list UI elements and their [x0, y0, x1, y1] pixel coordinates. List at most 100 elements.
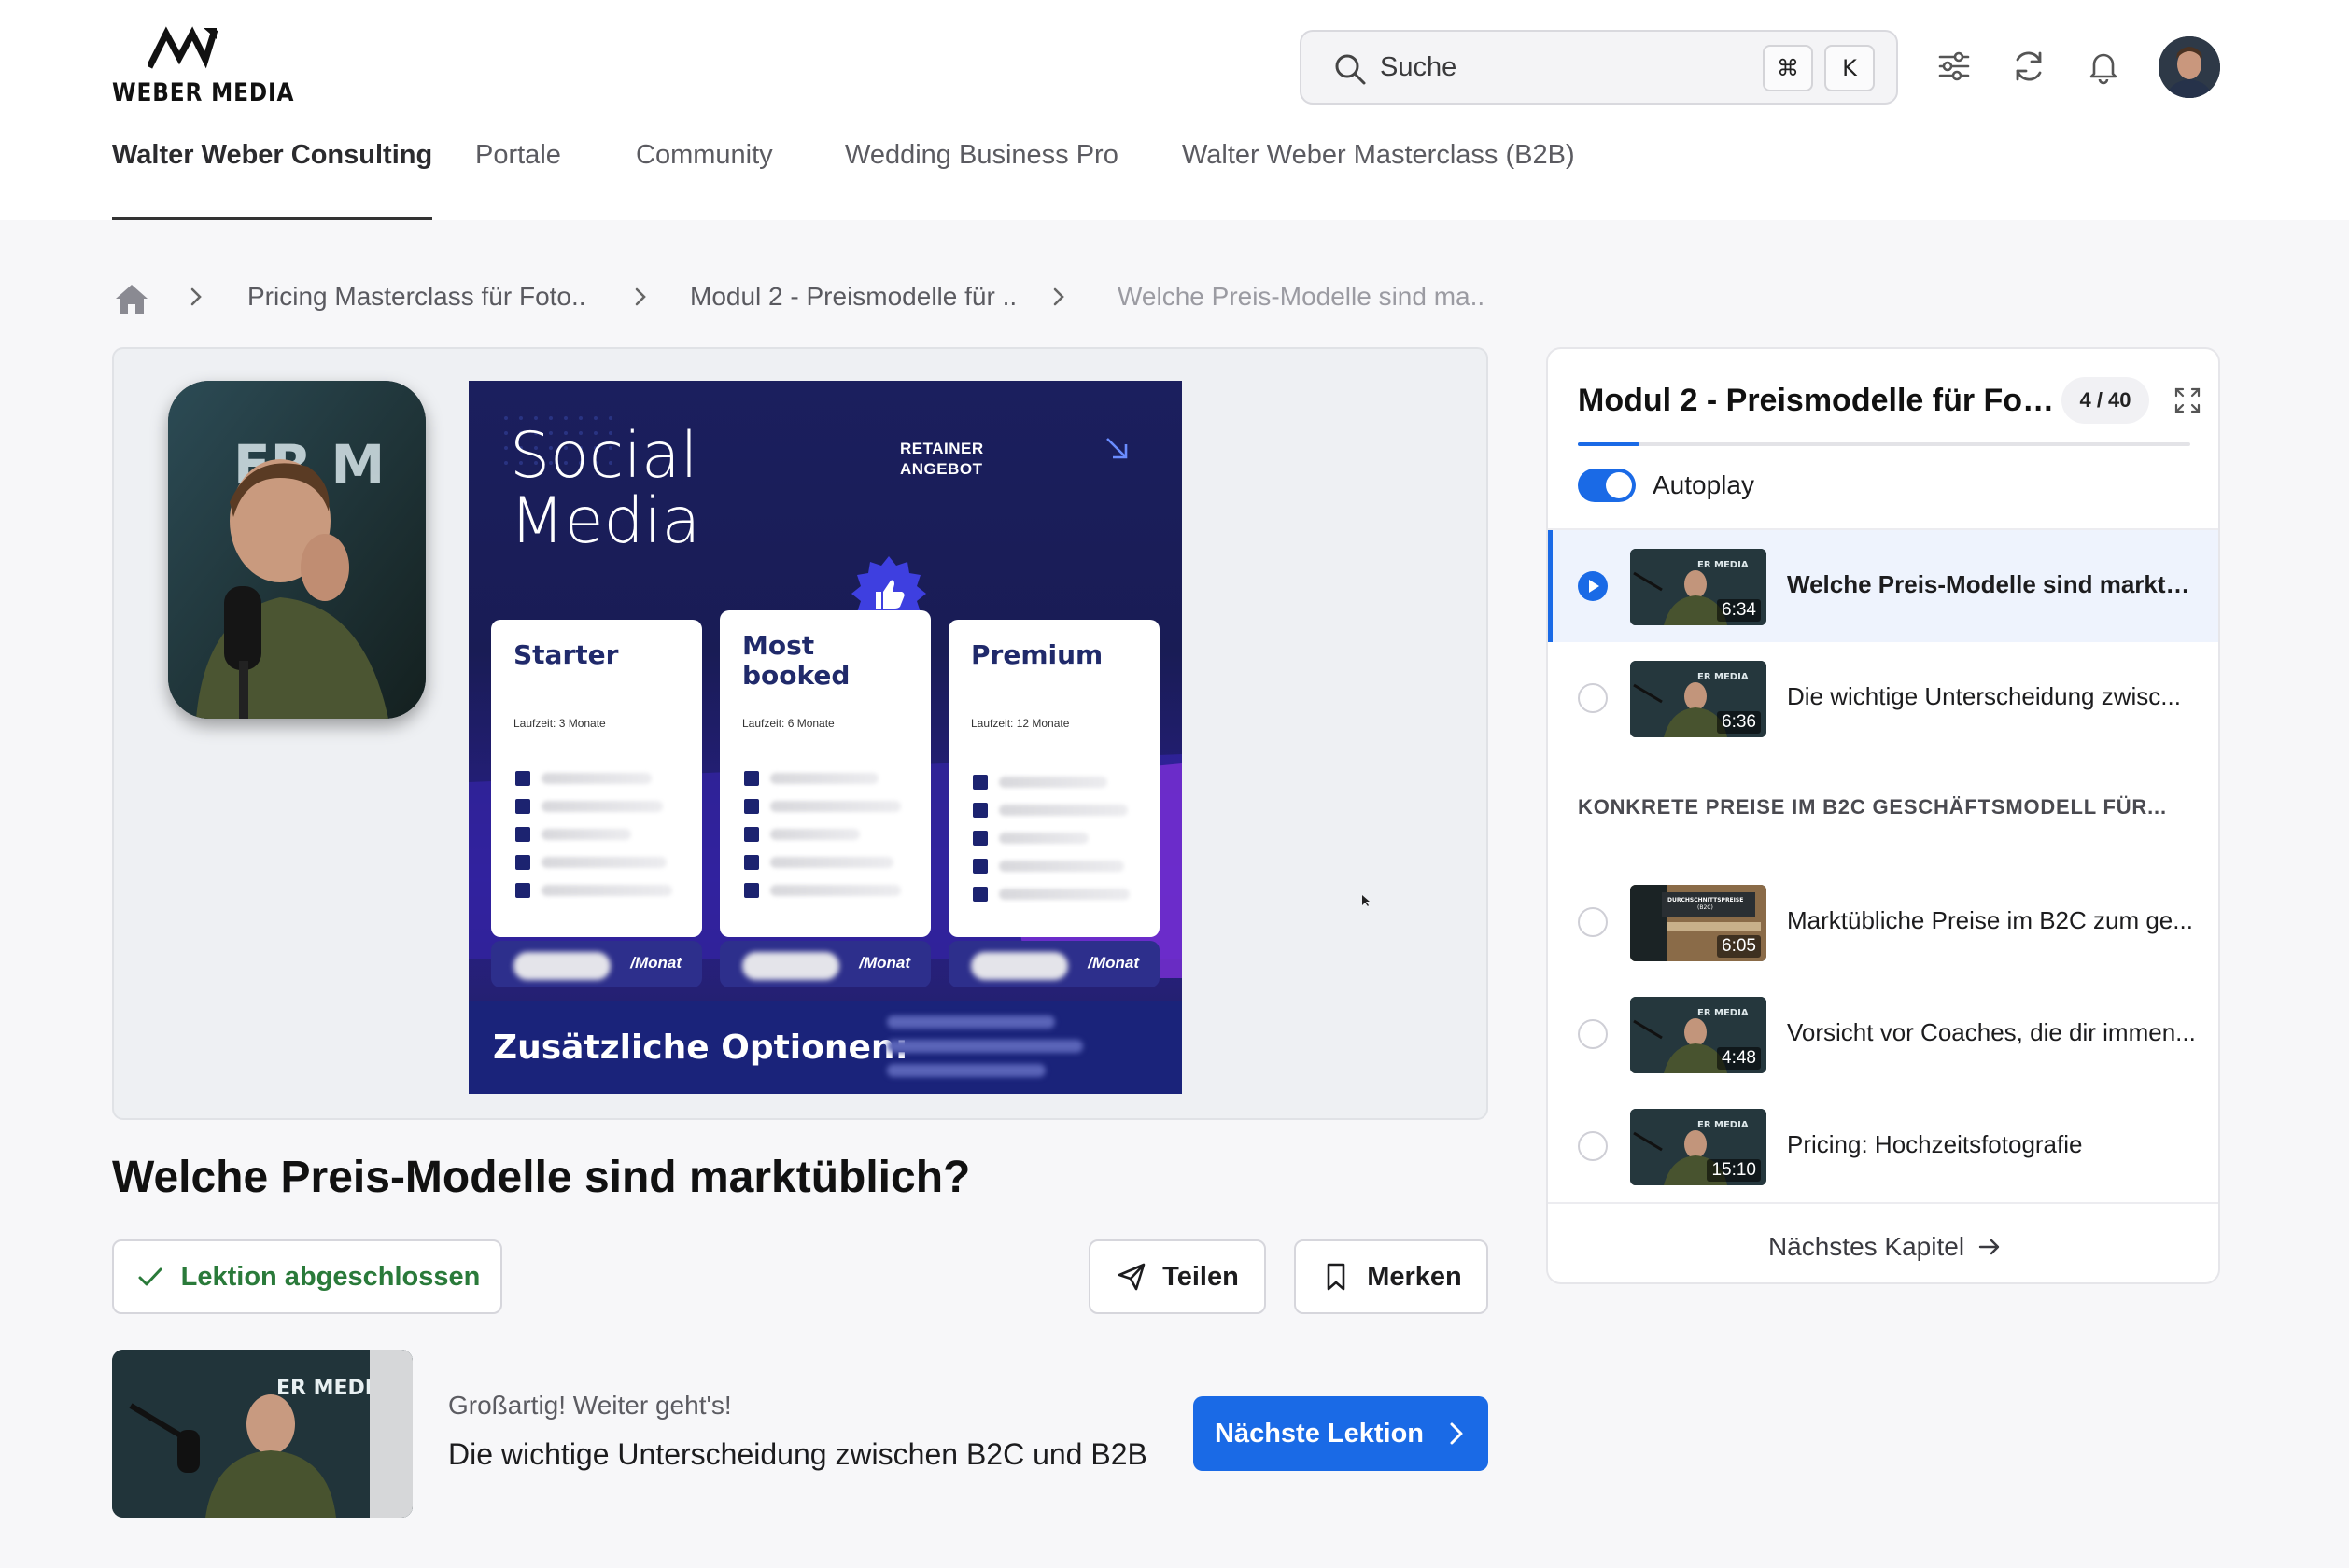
slide-kicker-line-2: ANGEBOT: [900, 460, 983, 478]
card-feature-row: [744, 799, 908, 816]
home-icon[interactable]: [112, 280, 151, 317]
share-button[interactable]: Teilen: [1089, 1239, 1266, 1314]
breadcrumb-module[interactable]: Modul 2 - Preismodelle für ..: [690, 282, 1017, 312]
lesson-completed-button[interactable]: Lektion abgeschlossen: [112, 1239, 502, 1314]
next-lesson-kicker: Großartig! Weiter geht's!: [448, 1391, 732, 1420]
price-unit: /Monat: [1088, 954, 1139, 972]
card-feature-row: [744, 855, 908, 872]
lesson-title: Vorsicht vor Coaches, die dir immen...: [1787, 1018, 2196, 1046]
shortcut-cmd-key: ⌘: [1763, 45, 1813, 91]
slide-kicker: RETAINER ANGEBOT: [900, 439, 984, 480]
presenter-webcam: ER M: [168, 381, 426, 719]
lesson-title: Die wichtige Unterscheidung zwisc...: [1787, 682, 2181, 710]
arrow-down-right-icon: [1106, 438, 1128, 459]
tab-walter-weber-consulting[interactable]: Walter Weber Consulting: [112, 140, 433, 220]
card-term: Laufzeit: 3 Monate: [513, 717, 606, 730]
shortcut-k-key: K: [1824, 45, 1875, 91]
expand-icon[interactable]: [2173, 386, 2201, 414]
card-feature-row: [515, 883, 680, 900]
next-lesson-thumbnail-image-icon: ER MEDIA: [112, 1350, 413, 1518]
lesson-status-radio[interactable]: [1578, 683, 1608, 713]
lesson-duration: 6:36: [1717, 711, 1761, 734]
chevron-right-icon: [635, 287, 646, 306]
card-name-line-1: Most: [742, 630, 815, 661]
tab-community[interactable]: Community: [636, 140, 773, 220]
card-term: Laufzeit: 6 Monate: [742, 717, 835, 730]
svg-text:ER MEDIA: ER MEDIA: [1697, 1008, 1749, 1018]
lesson-thumbnail: ER MEDIA 6:34: [1630, 549, 1766, 625]
tab-wedding-business-pro[interactable]: Wedding Business Pro: [845, 140, 1118, 220]
user-avatar[interactable]: [2159, 36, 2220, 98]
lesson-list-item[interactable]: ER MEDIA 6:34 Welche Preis-Modelle sind …: [1548, 530, 2218, 642]
lesson-duration: 6:34: [1717, 599, 1761, 622]
card-feature-row: [515, 855, 680, 872]
price-unit: /Monat: [630, 954, 682, 972]
pricing-card-starter: Starter Laufzeit: 3 Monate: [491, 620, 702, 937]
mouse-cursor-icon: [1362, 895, 1370, 906]
price-pill: /Monat: [949, 941, 1160, 987]
search-box[interactable]: ⌘ K: [1300, 30, 1898, 105]
lesson-progress-count: 4 / 40: [2061, 377, 2149, 424]
price-unit: /Monat: [859, 954, 910, 972]
card-feature-row: [744, 771, 908, 788]
lesson-status-radio[interactable]: [1578, 907, 1608, 937]
module-sidebar: Modul 2 - Preismodelle für Foto- ... 4 /…: [1546, 347, 2220, 1284]
card-feature-row: [973, 887, 1137, 903]
module-progress-bar: [1578, 442, 2190, 446]
lesson-status-radio[interactable]: [1578, 1019, 1608, 1049]
lesson-title: Pricing: Hochzeitsfotografie: [1787, 1130, 2083, 1158]
slide-title-line-2: Media: [510, 484, 701, 558]
svg-text:ER MEDIA: ER MEDIA: [1697, 1120, 1749, 1130]
refresh-icon[interactable]: [2009, 47, 2048, 86]
card-feature-row: [973, 859, 1137, 875]
top-header: WEBER MEDIA ⌘ K Wa: [0, 0, 2349, 220]
presenter-portrait-icon: ER M: [168, 381, 426, 719]
autoplay-toggle[interactable]: [1578, 469, 1636, 502]
arrow-right-icon: [1978, 1239, 2000, 1255]
autoplay-label: Autoplay: [1653, 470, 1754, 499]
next-chapter-button[interactable]: Nächstes Kapitel: [1548, 1210, 2218, 1282]
next-lesson-button[interactable]: Nächste Lektion: [1193, 1396, 1488, 1471]
video-player[interactable]: ER M Social Media RETAINER ANGEBOT Start…: [112, 347, 1488, 1120]
card-feature-row: [744, 883, 908, 900]
share-label: Teilen: [1162, 1261, 1239, 1292]
card-feature-row: [973, 803, 1137, 819]
slide-options-bar: Zusätzliche Optionen:: [469, 1001, 1182, 1094]
lesson-list-item[interactable]: ER MEDIA 4:48 Vorsicht vor Coaches, die …: [1548, 978, 2218, 1090]
breadcrumb-course[interactable]: Pricing Masterclass für Foto..: [247, 282, 586, 312]
pricing-card-most-booked: Most booked Laufzeit: 6 Monate: [720, 610, 931, 937]
tab-masterclass-b2b[interactable]: Walter Weber Masterclass (B2B): [1182, 140, 1575, 220]
lesson-list-item[interactable]: ER MEDIA 6:36 Die wichtige Unterscheidun…: [1548, 642, 2218, 754]
next-chapter-label: Nächstes Kapitel: [1767, 1232, 1965, 1261]
card-feature-row: [515, 827, 680, 844]
lesson-thumbnail: ER MEDIA 15:10: [1630, 1109, 1766, 1185]
breadcrumb-current-lesson: Welche Preis-Modelle sind ma..: [1118, 282, 1485, 311]
bell-icon[interactable]: [2084, 47, 2123, 86]
lesson-slide: Social Media RETAINER ANGEBOT Starter La…: [469, 381, 1182, 1094]
search-input[interactable]: [1380, 45, 1753, 90]
module-title: Modul 2 - Preismodelle für Foto- ...: [1578, 383, 2063, 418]
next-lesson-button-label: Nächste Lektion: [1215, 1418, 1424, 1449]
svg-text:ER MEDIA: ER MEDIA: [1697, 560, 1749, 570]
chevron-right-icon: [190, 287, 202, 306]
next-lesson-title[interactable]: Die wichtige Unterscheidung zwischen B2C…: [448, 1437, 1147, 1472]
lesson-title: Welche Preis-Modelle sind marktüb...: [1787, 570, 2198, 598]
lesson-title: Welche Preis-Modelle sind marktüblich?: [112, 1153, 971, 1202]
lesson-completed-label: Lektion abgeschlossen: [180, 1261, 481, 1292]
lesson-duration: 6:05: [1717, 935, 1761, 958]
chevron-right-icon: [1053, 287, 1064, 306]
send-icon: [1118, 1263, 1146, 1291]
lesson-status-radio[interactable]: [1578, 1131, 1608, 1161]
options-label: Zusätzliche Optionen:: [493, 1029, 908, 1067]
tab-portale[interactable]: Portale: [475, 140, 561, 220]
card-feature-row: [744, 827, 908, 844]
lesson-list-item[interactable]: ER MEDIA 15:10 Pricing: Hochzeitsfotogra…: [1548, 1090, 2218, 1202]
lesson-list-item[interactable]: DURCHSCHNITTSPREISE (B2C) 6:05 Marktüblic…: [1548, 866, 2218, 978]
weber-media-logo[interactable]: WEBER MEDIA: [112, 26, 293, 110]
card-term: Laufzeit: 12 Monate: [971, 717, 1070, 730]
next-lesson-thumbnail[interactable]: ER MEDIA: [112, 1350, 413, 1518]
filter-sliders-icon[interactable]: [1934, 47, 1974, 86]
lesson-thumbnail: ER MEDIA 6:36: [1630, 661, 1766, 737]
bookmark-button[interactable]: Merken: [1294, 1239, 1488, 1314]
card-feature-row: [515, 771, 680, 788]
